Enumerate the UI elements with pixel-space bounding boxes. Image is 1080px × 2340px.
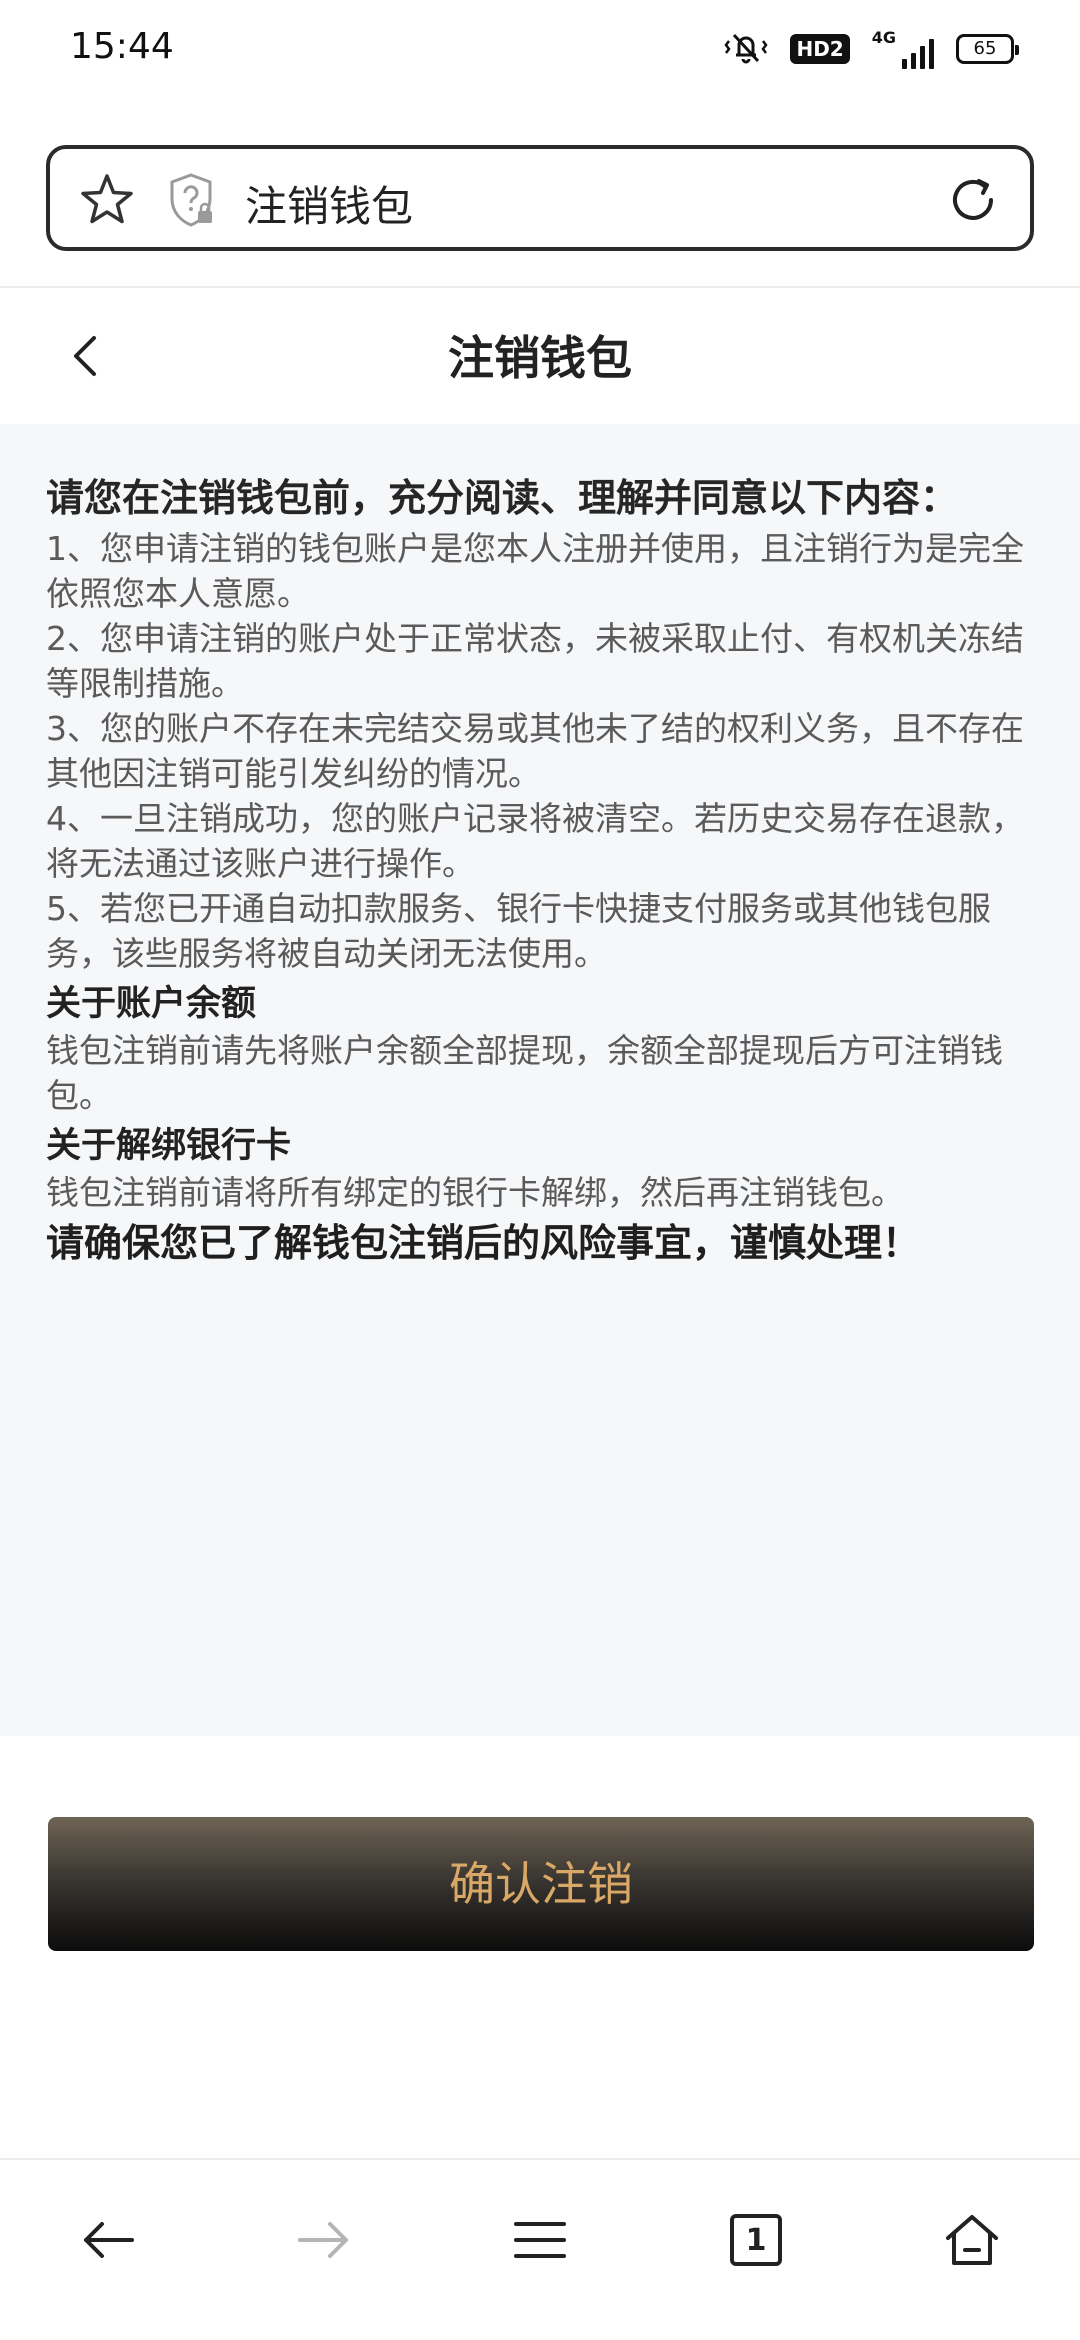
mute-vibrate-icon [724, 29, 769, 69]
forward-arrow-icon[interactable] [284, 2200, 364, 2280]
clause-4: 4、一旦注销成功，您的账户记录将被清空。若历史交易存在退款，将无法通过该账户进行… [46, 799, 1024, 883]
status-time: 15:44 [70, 26, 174, 67]
terms-intro: 请您在注销钱包前，充分阅读、理解并同意以下内容： [46, 476, 959, 520]
signal-icon: 4G [872, 28, 934, 69]
tabs-button[interactable]: 1 [716, 2200, 796, 2280]
browser-bottom-nav: 1 [0, 2160, 1080, 2340]
clause-2: 2、您申请注销的账户处于正常状态，未被采取止付、有权机关冻结等限制措施。 [46, 619, 1024, 703]
refresh-icon[interactable] [946, 173, 1000, 231]
hd-badge: HD2 [790, 33, 850, 64]
status-bar: 15:44 HD2 4G 65 [0, 0, 1080, 96]
tab-count: 1 [745, 2222, 767, 2258]
page-title: 注销钱包 [448, 331, 632, 385]
battery-icon: 65 [956, 33, 1019, 64]
menu-icon[interactable] [500, 2200, 580, 2280]
page-header: 注销钱包 [0, 288, 1080, 424]
balance-text: 钱包注销前请先将账户余额全部提现，余额全部提现后方可注销钱包。 [46, 1031, 1003, 1115]
risk-warning: 请确保您已了解钱包注销后的风险事宜，谨慎处理！ [46, 1221, 921, 1265]
address-bar[interactable]: 注销钱包 [46, 145, 1034, 251]
terms-content: 请您在注销钱包前，充分阅读、理解并同意以下内容： 1、您申请注销的钱包账户是您本… [0, 424, 1080, 1736]
network-type: 4G [871, 28, 896, 47]
confirm-cancel-button[interactable]: 确认注销 [48, 1817, 1034, 1951]
clause-3: 3、您的账户不存在未完结交易或其他未了结的权利义务，且不存在其他因注销可能引发纠… [46, 709, 1024, 793]
home-icon[interactable] [932, 2200, 1012, 2280]
status-icons: HD2 4G 65 [724, 28, 1019, 69]
card-heading: 关于解绑银行卡 [46, 1126, 292, 1166]
clause-5: 5、若您已开通自动扣款服务、银行卡快捷支付服务或其他钱包服务，该些服务将被自动关… [46, 889, 991, 973]
balance-heading: 关于账户余额 [46, 984, 257, 1024]
back-arrow-icon[interactable] [68, 2200, 148, 2280]
page: 15:44 HD2 4G 65 注销钱包 注销钱包 请您在注销钱包前，充分阅读、… [0, 0, 1080, 2340]
shield-question-icon[interactable] [166, 171, 216, 233]
address-title[interactable]: 注销钱包 [245, 173, 413, 234]
card-text: 钱包注销前请将所有绑定的银行卡解绑，然后再注销钱包。 [46, 1173, 904, 1212]
star-icon[interactable] [78, 171, 136, 233]
clause-1: 1、您申请注销的钱包账户是您本人注册并使用，且注销行为是完全依照您本人意愿。 [46, 529, 1024, 613]
